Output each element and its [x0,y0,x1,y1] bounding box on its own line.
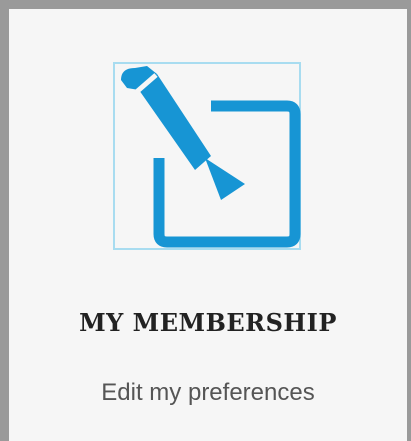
card-title: MY MEMBERSHIP [79,308,337,337]
card-subtitle: Edit my preferences [101,379,315,406]
membership-card[interactable]: MY MEMBERSHIP Edit my preferences [0,0,411,441]
edit-pencil-icon [113,62,301,250]
